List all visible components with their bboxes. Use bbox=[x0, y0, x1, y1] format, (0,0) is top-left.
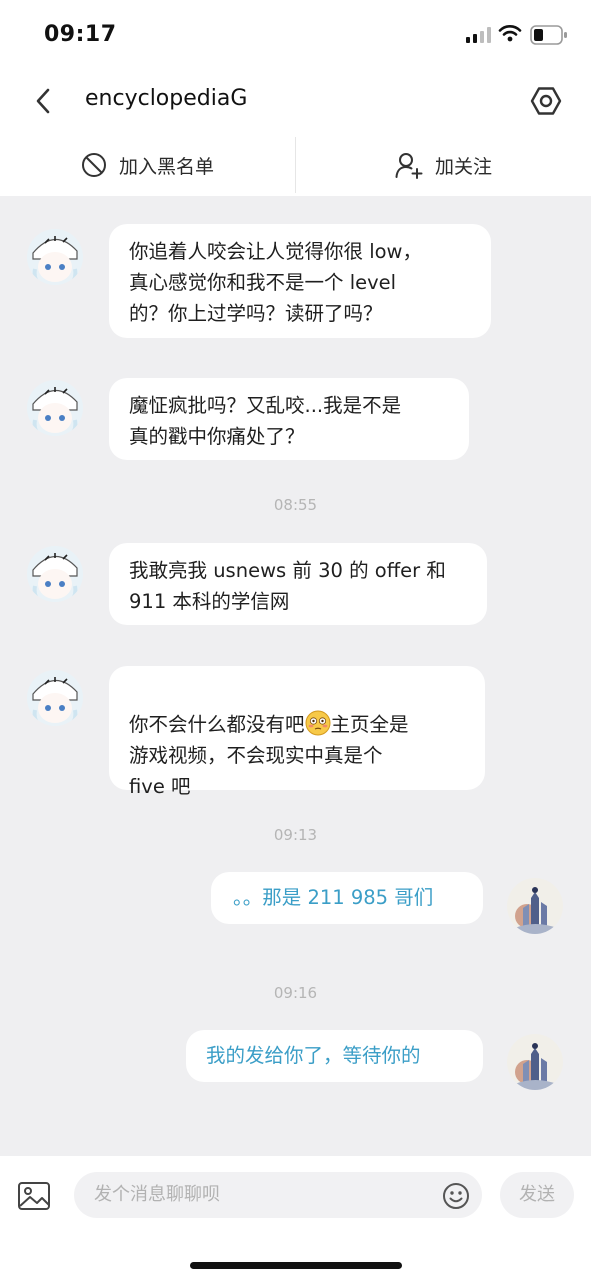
flushed-face-emoji-icon bbox=[305, 710, 331, 736]
avatar[interactable] bbox=[27, 380, 83, 436]
emoji-icon[interactable] bbox=[442, 1182, 470, 1210]
message-input[interactable]: 发个消息聊聊呗 bbox=[74, 1172, 482, 1218]
status-time: 09:17 bbox=[44, 22, 117, 47]
block-button[interactable]: 加入黑名单 bbox=[0, 135, 295, 195]
home-indicator bbox=[190, 1262, 402, 1269]
message-text: 你不会什么都没有吧 bbox=[129, 713, 305, 736]
received-message[interactable]: 魔怔疯批吗？又乱咬...我是不是 真的戳中你痛处了？ bbox=[109, 378, 469, 460]
add-user-icon bbox=[395, 153, 423, 179]
anime-avatar-icon bbox=[27, 380, 83, 436]
avatar[interactable] bbox=[27, 546, 83, 602]
follow-label: 加关注 bbox=[434, 155, 492, 178]
received-message[interactable]: 我敢亮我 usnews 前 30 的 offer 和 911 本科的学信网 bbox=[109, 543, 487, 625]
nav-bar: encyclopediaG bbox=[0, 70, 591, 132]
status-bar: 09:17 bbox=[0, 0, 591, 70]
send-button[interactable]: 发送 bbox=[500, 1172, 574, 1218]
castle-avatar-icon bbox=[507, 878, 563, 934]
block-label: 加入黑名单 bbox=[118, 155, 214, 178]
wifi-icon bbox=[498, 25, 522, 42]
cell-signal-icon bbox=[466, 27, 491, 43]
anime-avatar-icon bbox=[27, 546, 83, 602]
composer-bar: 发个消息聊聊呗 发送 bbox=[0, 1156, 591, 1280]
sent-message[interactable]: 。。那是 211 985 哥们 bbox=[211, 872, 483, 924]
timestamp: 09:16 bbox=[273, 984, 318, 1002]
conversation-title: encyclopediaG bbox=[85, 86, 248, 111]
back-button[interactable] bbox=[26, 84, 60, 118]
settings-button[interactable] bbox=[527, 82, 565, 120]
chat-area[interactable]: 你追着人咬会让人觉得你很 low， 真心感觉你和我不是一个 level 的？你上… bbox=[0, 196, 591, 1156]
action-bar: 加入黑名单 加关注 bbox=[0, 135, 591, 195]
header: 09:17 encyclopediaG 加入黑名单 加关注 bbox=[0, 0, 591, 196]
follow-button[interactable]: 加关注 bbox=[296, 135, 591, 195]
avatar[interactable] bbox=[27, 670, 83, 726]
timestamp: 08:55 bbox=[273, 496, 318, 514]
my-avatar[interactable] bbox=[507, 878, 563, 934]
received-message[interactable]: 你追着人咬会让人觉得你很 low， 真心感觉你和我不是一个 level 的？你上… bbox=[109, 224, 491, 338]
castle-avatar-icon bbox=[507, 1034, 563, 1090]
received-message[interactable]: 你不会什么都没有吧 主页全是 游戏视频，不会现实中真是个 five 吧 bbox=[109, 666, 485, 798]
timestamp: 09:13 bbox=[273, 826, 318, 844]
anime-avatar-icon bbox=[27, 229, 83, 285]
my-avatar[interactable] bbox=[507, 1034, 563, 1090]
battery-icon bbox=[530, 25, 567, 45]
image-icon[interactable] bbox=[16, 1178, 52, 1214]
anime-avatar-icon bbox=[27, 670, 83, 726]
avatar[interactable] bbox=[27, 229, 83, 285]
back-icon bbox=[36, 88, 50, 114]
sent-message[interactable]: 我的发给你了，等待你的 bbox=[186, 1030, 483, 1082]
block-icon bbox=[81, 153, 106, 177]
settings-icon bbox=[530, 87, 562, 115]
